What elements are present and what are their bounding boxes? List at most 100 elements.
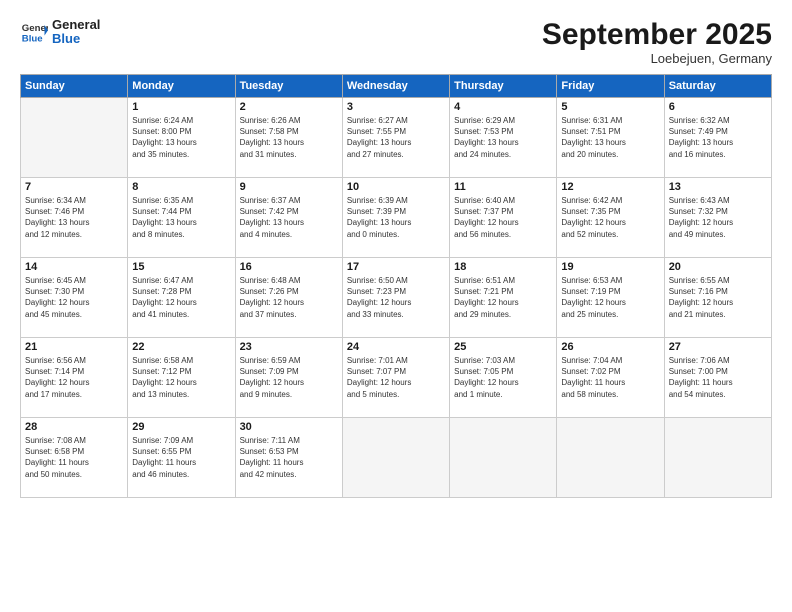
day-info: Sunrise: 6:42 AM Sunset: 7:35 PM Dayligh…	[561, 195, 659, 240]
logo: General Blue General Blue	[20, 18, 100, 47]
day-cell: 30 Sunrise: 7:11 AM Sunset: 6:53 PM Dayli…	[235, 418, 342, 498]
day-cell: 18 Sunrise: 6:51 AM Sunset: 7:21 PM Dayli…	[450, 258, 557, 338]
day-cell: 11 Sunrise: 6:40 AM Sunset: 7:37 PM Dayli…	[450, 178, 557, 258]
day-info: Sunrise: 6:37 AM Sunset: 7:42 PM Dayligh…	[240, 195, 338, 240]
day-cell: 20 Sunrise: 6:55 AM Sunset: 7:16 PM Dayli…	[664, 258, 771, 338]
day-number: 20	[669, 261, 767, 273]
day-header-saturday: Saturday	[664, 75, 771, 98]
day-info: Sunrise: 6:55 AM Sunset: 7:16 PM Dayligh…	[669, 275, 767, 320]
logo-general: General	[52, 18, 100, 32]
day-cell: 10 Sunrise: 6:39 AM Sunset: 7:39 PM Dayli…	[342, 178, 449, 258]
day-number: 14	[25, 261, 123, 273]
day-cell	[342, 418, 449, 498]
day-header-friday: Friday	[557, 75, 664, 98]
day-cell: 7Sunrise: 6:34 AM Sunset: 7:46 PM Daylig…	[21, 178, 128, 258]
day-cell: 17Sunrise: 6:50 AM Sunset: 7:23 PM Dayli…	[342, 258, 449, 338]
day-cell: 24 Sunrise: 7:01 AM Sunset: 7:07 PM Dayli…	[342, 338, 449, 418]
day-cell: 12Sunrise: 6:42 AM Sunset: 7:35 PM Dayli…	[557, 178, 664, 258]
day-cell: 9Sunrise: 6:37 AM Sunset: 7:42 PM Daylig…	[235, 178, 342, 258]
day-info: Sunrise: 6:31 AM Sunset: 7:51 PM Dayligh…	[561, 115, 659, 160]
day-info: Sunrise: 6:24 AM Sunset: 8:00 PM Dayligh…	[132, 115, 230, 160]
day-cell: 23Sunrise: 6:59 AM Sunset: 7:09 PM Dayli…	[235, 338, 342, 418]
day-header-wednesday: Wednesday	[342, 75, 449, 98]
day-info: Sunrise: 6:58 AM Sunset: 7:12 PM Dayligh…	[132, 355, 230, 400]
day-cell: 13 Sunrise: 6:43 AM Sunset: 7:32 PM Dayli…	[664, 178, 771, 258]
day-cell: 28Sunrise: 7:08 AM Sunset: 6:58 PM Dayli…	[21, 418, 128, 498]
day-info: Sunrise: 6:29 AM Sunset: 7:53 PM Dayligh…	[454, 115, 552, 160]
day-cell: 1 Sunrise: 6:24 AM Sunset: 8:00 PM Daylig…	[128, 98, 235, 178]
day-cell: 19Sunrise: 6:53 AM Sunset: 7:19 PM Dayli…	[557, 258, 664, 338]
day-cell: 29 Sunrise: 7:09 AM Sunset: 6:55 PM Dayli…	[128, 418, 235, 498]
day-header-sunday: Sunday	[21, 75, 128, 98]
day-number: 11	[454, 181, 552, 193]
day-number: 16	[240, 261, 338, 273]
day-number: 27	[669, 341, 767, 353]
week-row-1: 7Sunrise: 6:34 AM Sunset: 7:46 PM Daylig…	[21, 178, 772, 258]
day-cell	[664, 418, 771, 498]
day-header-monday: Monday	[128, 75, 235, 98]
day-info: Sunrise: 7:04 AM Sunset: 7:02 PM Dayligh…	[561, 355, 659, 400]
calendar-header-row: SundayMondayTuesdayWednesdayThursdayFrid…	[21, 75, 772, 98]
day-info: Sunrise: 6:26 AM Sunset: 7:58 PM Dayligh…	[240, 115, 338, 160]
day-cell: 5 Sunrise: 6:31 AM Sunset: 7:51 PM Daylig…	[557, 98, 664, 178]
day-info: Sunrise: 6:32 AM Sunset: 7:49 PM Dayligh…	[669, 115, 767, 160]
day-info: Sunrise: 7:11 AM Sunset: 6:53 PM Dayligh…	[240, 435, 338, 480]
day-cell: 27 Sunrise: 7:06 AM Sunset: 7:00 PM Dayli…	[664, 338, 771, 418]
day-header-tuesday: Tuesday	[235, 75, 342, 98]
week-row-0: 1 Sunrise: 6:24 AM Sunset: 8:00 PM Daylig…	[21, 98, 772, 178]
day-number: 10	[347, 181, 445, 193]
day-number: 2	[240, 101, 338, 113]
day-info: Sunrise: 6:50 AM Sunset: 7:23 PM Dayligh…	[347, 275, 445, 320]
day-number: 15	[132, 261, 230, 273]
svg-text:Blue: Blue	[22, 34, 43, 45]
day-cell	[450, 418, 557, 498]
day-number: 13	[669, 181, 767, 193]
day-info: Sunrise: 6:56 AM Sunset: 7:14 PM Dayligh…	[25, 355, 123, 400]
week-row-3: 21 Sunrise: 6:56 AM Sunset: 7:14 PM Dayli…	[21, 338, 772, 418]
day-cell: 2 Sunrise: 6:26 AM Sunset: 7:58 PM Daylig…	[235, 98, 342, 178]
day-info: Sunrise: 6:48 AM Sunset: 7:26 PM Dayligh…	[240, 275, 338, 320]
day-cell	[557, 418, 664, 498]
day-cell: 21 Sunrise: 6:56 AM Sunset: 7:14 PM Dayli…	[21, 338, 128, 418]
day-cell: 15Sunrise: 6:47 AM Sunset: 7:28 PM Dayli…	[128, 258, 235, 338]
day-info: Sunrise: 6:27 AM Sunset: 7:55 PM Dayligh…	[347, 115, 445, 160]
week-row-2: 14 Sunrise: 6:45 AM Sunset: 7:30 PM Dayli…	[21, 258, 772, 338]
day-number: 5	[561, 101, 659, 113]
day-info: Sunrise: 6:35 AM Sunset: 7:44 PM Dayligh…	[132, 195, 230, 240]
day-number: 18	[454, 261, 552, 273]
day-cell: 26 Sunrise: 7:04 AM Sunset: 7:02 PM Dayli…	[557, 338, 664, 418]
day-info: Sunrise: 7:06 AM Sunset: 7:00 PM Dayligh…	[669, 355, 767, 400]
day-info: Sunrise: 6:51 AM Sunset: 7:21 PM Dayligh…	[454, 275, 552, 320]
day-cell: 25 Sunrise: 7:03 AM Sunset: 7:05 PM Dayli…	[450, 338, 557, 418]
day-info: Sunrise: 6:45 AM Sunset: 7:30 PM Dayligh…	[25, 275, 123, 320]
day-cell: 6Sunrise: 6:32 AM Sunset: 7:49 PM Daylig…	[664, 98, 771, 178]
day-number: 30	[240, 421, 338, 433]
day-number: 24	[347, 341, 445, 353]
day-cell: 8Sunrise: 6:35 AM Sunset: 7:44 PM Daylig…	[128, 178, 235, 258]
day-info: Sunrise: 6:43 AM Sunset: 7:32 PM Dayligh…	[669, 195, 767, 240]
day-number: 1	[132, 101, 230, 113]
day-cell: 3Sunrise: 6:27 AM Sunset: 7:55 PM Daylig…	[342, 98, 449, 178]
day-info: Sunrise: 7:09 AM Sunset: 6:55 PM Dayligh…	[132, 435, 230, 480]
day-number: 29	[132, 421, 230, 433]
day-number: 22	[132, 341, 230, 353]
day-info: Sunrise: 6:40 AM Sunset: 7:37 PM Dayligh…	[454, 195, 552, 240]
day-info: Sunrise: 7:01 AM Sunset: 7:07 PM Dayligh…	[347, 355, 445, 400]
day-info: Sunrise: 6:39 AM Sunset: 7:39 PM Dayligh…	[347, 195, 445, 240]
month-title: September 2025	[542, 18, 772, 51]
calendar: SundayMondayTuesdayWednesdayThursdayFrid…	[20, 74, 772, 498]
day-info: Sunrise: 7:03 AM Sunset: 7:05 PM Dayligh…	[454, 355, 552, 400]
day-cell	[21, 98, 128, 178]
svg-text:General: General	[22, 23, 48, 34]
day-number: 23	[240, 341, 338, 353]
day-number: 7	[25, 181, 123, 193]
day-cell: 14 Sunrise: 6:45 AM Sunset: 7:30 PM Dayli…	[21, 258, 128, 338]
day-cell: 22 Sunrise: 6:58 AM Sunset: 7:12 PM Dayli…	[128, 338, 235, 418]
week-row-4: 28Sunrise: 7:08 AM Sunset: 6:58 PM Dayli…	[21, 418, 772, 498]
location: Loebejuen, Germany	[542, 51, 772, 66]
day-number: 19	[561, 261, 659, 273]
day-number: 26	[561, 341, 659, 353]
day-number: 21	[25, 341, 123, 353]
day-number: 4	[454, 101, 552, 113]
day-number: 25	[454, 341, 552, 353]
